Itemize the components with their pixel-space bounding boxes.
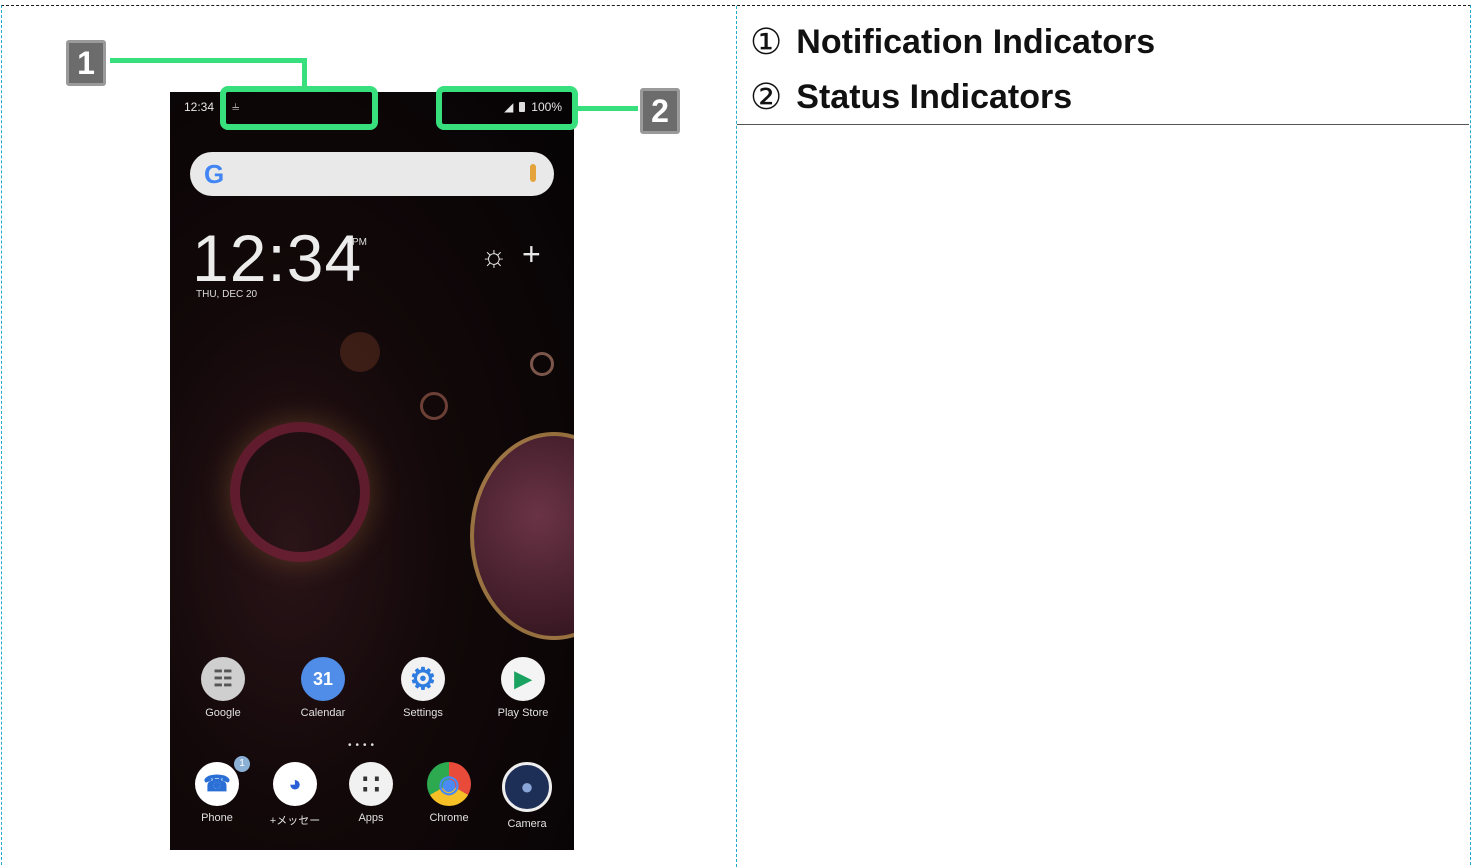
app-apps-drawer[interactable]: ∷ Apps bbox=[336, 762, 406, 824]
wallpaper-bubble bbox=[230, 422, 370, 562]
callout-1-line bbox=[110, 58, 306, 63]
app-label: Play Store bbox=[497, 707, 549, 719]
legend-item-notification: ① Notification Indicators bbox=[750, 21, 1156, 63]
app-label: Apps bbox=[358, 812, 384, 824]
play-store-icon: ▶ bbox=[501, 657, 545, 701]
page-indicator: •••• bbox=[348, 740, 379, 751]
chrome-icon: ◉ bbox=[427, 762, 471, 806]
callout-number-2: 2 bbox=[640, 88, 680, 134]
status-bar-time: 12:34 bbox=[184, 100, 215, 114]
phone-screenshot: 12:34 ⫨ ◢ 100% G 12:34 PM THU, DEC 20 ☼ … bbox=[170, 92, 574, 850]
callout-number-1: 1 bbox=[66, 40, 106, 86]
app-label: Phone bbox=[201, 812, 233, 824]
add-widget-icon[interactable]: + bbox=[522, 236, 541, 273]
app-chrome[interactable]: ◉ Chrome bbox=[414, 762, 484, 824]
app-label: Chrome bbox=[429, 812, 469, 824]
phone-icon: ☎ bbox=[195, 762, 239, 806]
callout-2-line bbox=[578, 106, 638, 111]
clock-date: THU, DEC 20 bbox=[196, 289, 258, 300]
weather-sun-icon[interactable]: ☼ bbox=[480, 240, 508, 274]
app-label: +メッセー bbox=[269, 815, 321, 827]
message-icon: ◕ bbox=[273, 762, 317, 806]
column-divider bbox=[736, 6, 737, 867]
legend-number-2: ② bbox=[750, 76, 783, 118]
google-logo-icon: G bbox=[204, 159, 225, 189]
status-indicators-highlight bbox=[436, 86, 578, 130]
wallpaper-bubble bbox=[340, 332, 380, 372]
app-settings[interactable]: ⚙ Settings bbox=[388, 657, 458, 719]
app-play-store[interactable]: ▶ Play Store bbox=[488, 657, 558, 719]
legend-item-status: ② Status Indicators bbox=[750, 76, 1073, 118]
app-label: Settings bbox=[403, 707, 443, 719]
legend-number-1: ① bbox=[750, 21, 783, 63]
clock-ampm: PM bbox=[352, 237, 367, 248]
calendar-icon: 31 bbox=[301, 657, 345, 701]
apps-grid-icon: ∷ bbox=[349, 762, 393, 806]
app-calendar[interactable]: 31 Calendar bbox=[288, 657, 358, 719]
app-google-folder[interactable]: ☷ Google bbox=[188, 657, 258, 719]
wallpaper-bubble bbox=[530, 352, 554, 376]
app-camera[interactable]: ● Camera bbox=[492, 762, 562, 830]
app-label: Camera bbox=[507, 818, 547, 830]
app-label: Calendar bbox=[300, 707, 346, 719]
google-search-bar[interactable]: G bbox=[190, 152, 554, 196]
app-label: Google bbox=[205, 707, 241, 719]
legend-rule bbox=[737, 124, 1469, 125]
callout-1-line bbox=[302, 58, 307, 90]
camera-icon: ● bbox=[502, 762, 552, 812]
wallpaper-bubble bbox=[470, 432, 574, 640]
mic-icon[interactable] bbox=[530, 164, 536, 182]
legend-label-status-indicators: Status Indicators bbox=[796, 77, 1073, 116]
legend-label-notification-indicators: Notification Indicators bbox=[796, 22, 1156, 61]
phone-badge: 1 bbox=[234, 756, 250, 772]
clock-widget-time: 12:34 bbox=[192, 221, 363, 295]
notification-indicators-highlight bbox=[220, 86, 378, 130]
gear-icon: ⚙ bbox=[401, 657, 445, 701]
google-folder-icon: ☷ bbox=[201, 657, 245, 701]
wallpaper-bubble bbox=[420, 392, 448, 420]
app-message[interactable]: ◕ +メッセー bbox=[260, 762, 330, 828]
